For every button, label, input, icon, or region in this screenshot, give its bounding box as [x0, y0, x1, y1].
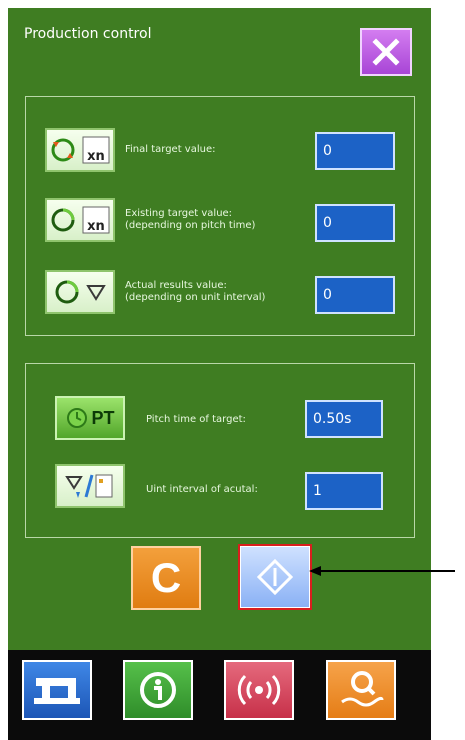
info-icon — [140, 672, 176, 708]
page-title: Production control — [24, 26, 152, 42]
pitch-time-label: Pitch time of target: — [146, 414, 246, 425]
svg-text:xn: xn — [87, 219, 105, 234]
final-target-field[interactable]: 0 — [315, 132, 395, 170]
device-screen: Production control xn Final target value… — [8, 8, 431, 740]
start-diamond-icon — [257, 559, 293, 595]
sewing-mode-button[interactable] — [22, 660, 92, 720]
final-target-reset-button[interactable]: xn — [45, 128, 115, 172]
pitch-time-icon-text: PT — [91, 407, 115, 428]
interval-settings-group — [25, 363, 415, 538]
unit-interval-field[interactable]: 1 — [305, 472, 383, 510]
clear-button[interactable]: C — [131, 546, 201, 610]
actual-results-button[interactable] — [45, 270, 115, 314]
existing-target-field[interactable]: 0 — [315, 204, 395, 242]
counter-reset-icon — [51, 138, 75, 162]
actual-results-label: Actual results value: (depending on unit… — [125, 280, 266, 303]
close-icon — [372, 38, 400, 66]
unit-interval-icon — [65, 474, 113, 498]
pitch-time-icon — [67, 408, 88, 428]
production-control-panel: Production control xn Final target value… — [8, 8, 431, 650]
information-button[interactable] — [123, 660, 193, 720]
existing-target-button[interactable]: xn — [45, 198, 115, 242]
start-button-highlight — [238, 544, 312, 610]
sewing-machine-icon — [34, 678, 80, 704]
pitch-counter-icon — [51, 208, 75, 232]
svg-text:xn: xn — [87, 149, 105, 164]
xn-counter-icon: xn — [82, 206, 110, 234]
search-icon — [341, 671, 384, 707]
annotation-arrow — [309, 566, 455, 576]
communication-button[interactable] — [224, 660, 294, 720]
start-button[interactable] — [240, 546, 310, 608]
search-button[interactable] — [326, 660, 396, 720]
triangle-down-icon — [86, 285, 106, 301]
bottom-navigation — [8, 650, 431, 740]
final-target-label: Final target value: — [125, 144, 216, 155]
actual-results-field[interactable]: 0 — [315, 276, 395, 314]
existing-target-label: Existing target value: (depending on pit… — [125, 208, 256, 231]
unit-interval-button[interactable] — [55, 464, 125, 508]
pitch-time-button[interactable]: PT — [55, 396, 125, 440]
xn-counter-icon: xn — [82, 136, 110, 164]
actual-results-icon — [55, 280, 79, 304]
communication-icon — [237, 674, 281, 706]
pitch-time-field[interactable]: 0.50s — [305, 400, 383, 438]
unit-interval-label: Uint interval of acutal: — [146, 484, 258, 495]
close-button[interactable] — [360, 28, 412, 76]
